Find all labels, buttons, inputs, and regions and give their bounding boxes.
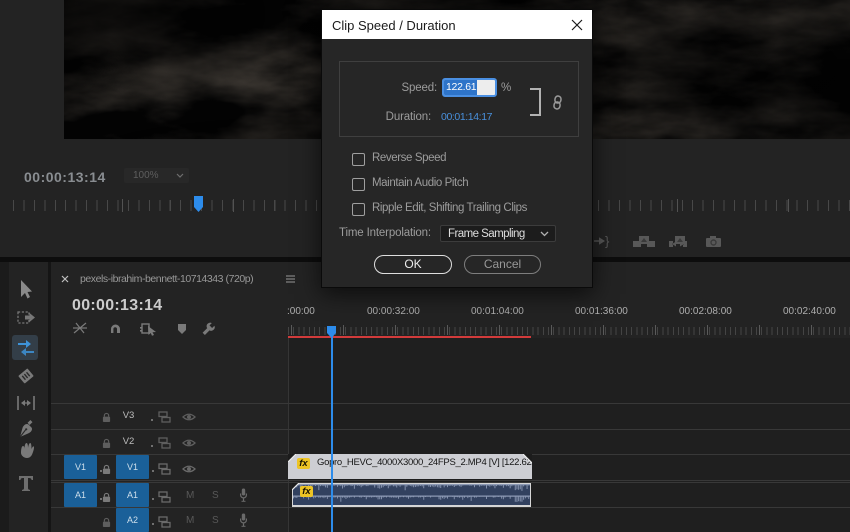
svg-text:}: } — [605, 234, 610, 249]
